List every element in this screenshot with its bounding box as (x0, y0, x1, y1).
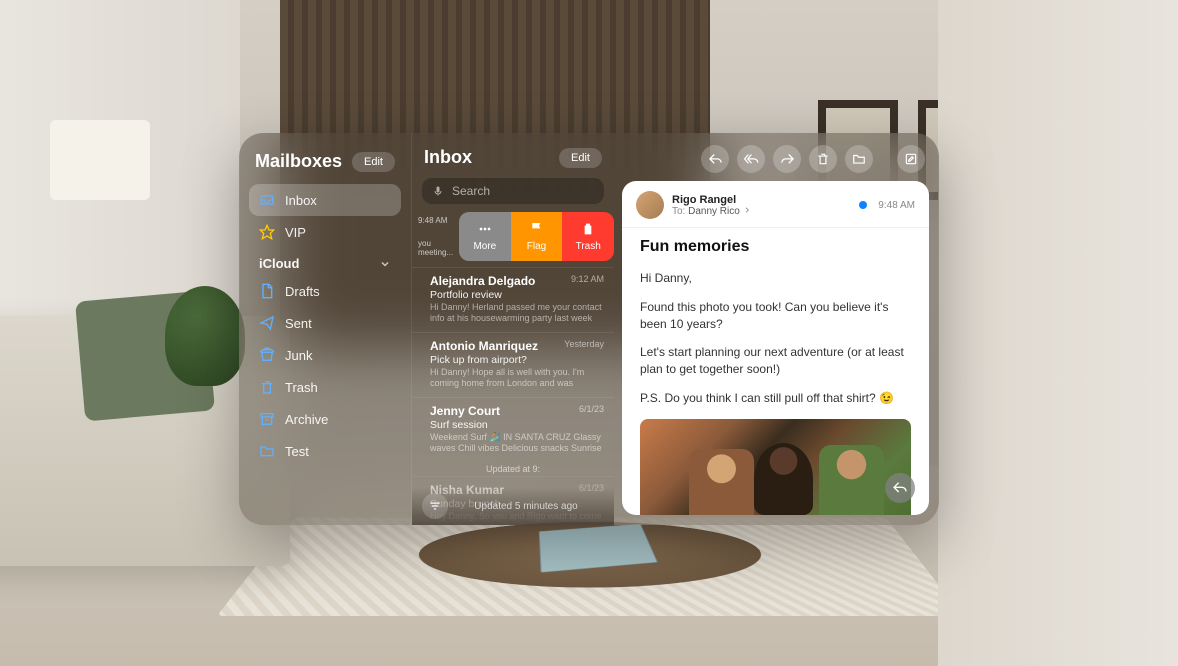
edit-list-button[interactable]: Edit (559, 148, 602, 168)
flag-icon (529, 221, 545, 237)
recipient-line[interactable]: To: Danny Rico (672, 206, 851, 217)
sidebar-item-inbox[interactable]: Inbox (249, 184, 401, 216)
reply-icon (708, 152, 723, 167)
search-placeholder: Search (452, 184, 490, 198)
message-header: Rigo Rangel To: Danny Rico 9:48 AM (622, 181, 929, 228)
mailbox-sidebar: Mailboxes Edit Inbox VIP iCloud Drafts S… (239, 133, 411, 525)
sidebar-label: Junk (285, 348, 312, 363)
document-icon (259, 283, 275, 299)
folder-icon (259, 443, 275, 459)
sidebar-label: Drafts (285, 284, 320, 299)
message-toolbar (614, 133, 939, 181)
sidebar-label: Archive (285, 412, 328, 427)
swipe-trash-button[interactable]: Trash (562, 212, 614, 261)
sidebar-label: VIP (285, 225, 306, 240)
swipe-more-button[interactable]: More (459, 212, 511, 261)
swiped-message-row: 9:48 AM you meeting... More Flag Trash (412, 212, 614, 261)
sidebar-item-drafts[interactable]: Drafts (249, 275, 401, 307)
quick-reply-button[interactable] (885, 473, 915, 503)
move-button[interactable] (845, 145, 873, 173)
inbox-icon (259, 192, 275, 208)
reply-button[interactable] (701, 145, 729, 173)
message-time: 9:48 AM (878, 200, 915, 211)
sidebar-item-junk[interactable]: Junk (249, 339, 401, 371)
forward-button[interactable] (773, 145, 801, 173)
unread-dot-icon (859, 201, 867, 209)
reply-icon (892, 480, 908, 496)
sidebar-item-vip[interactable]: VIP (249, 216, 401, 248)
archive-icon (259, 411, 275, 427)
sidebar-item-trash[interactable]: Trash (249, 371, 401, 403)
filter-icon (428, 499, 442, 513)
list-status: Updated 5 minutes ago (448, 501, 604, 512)
ellipsis-icon (477, 221, 493, 237)
sidebar-label: Test (285, 444, 309, 459)
forward-icon (780, 152, 795, 167)
inbox-title: Inbox (424, 147, 472, 168)
reply-all-button[interactable] (737, 145, 765, 173)
body-paragraph: Found this photo you took! Can you belie… (640, 299, 911, 333)
sidebar-section-icloud[interactable]: iCloud (249, 248, 401, 275)
trash-icon (580, 221, 596, 237)
chevron-down-icon (379, 258, 391, 270)
swiped-message-preview[interactable]: 9:48 AM you meeting... (412, 212, 459, 261)
body-paragraph: Let's start planning our next adventure … (640, 344, 911, 378)
sidebar-title: Mailboxes (255, 151, 342, 172)
trash-icon (816, 152, 830, 166)
lamp (50, 120, 150, 200)
message-list-item[interactable]: Antonio Manriquez Yesterday Pick up from… (412, 332, 614, 397)
filter-button[interactable] (422, 493, 448, 519)
mic-icon (432, 185, 444, 197)
sender-avatar[interactable] (636, 191, 664, 219)
search-input[interactable]: Search (422, 178, 604, 204)
updated-at-divider: Updated at 9: (412, 462, 614, 476)
compose-button[interactable] (897, 145, 925, 173)
sidebar-label: Trash (285, 380, 318, 395)
swipe-flag-button[interactable]: Flag (511, 212, 563, 261)
sidebar-item-sent[interactable]: Sent (249, 307, 401, 339)
paper-plane-icon (259, 315, 275, 331)
message-list-item[interactable]: Alejandra Delgado 9:12 AM Portfolio revi… (412, 267, 614, 332)
message-body[interactable]: Fun memories Hi Danny, Found this photo … (622, 228, 929, 515)
sidebar-label: Inbox (285, 193, 317, 208)
sidebar-item-archive[interactable]: Archive (249, 403, 401, 435)
star-icon (259, 224, 275, 240)
message-subject: Fun memories (640, 238, 911, 256)
reply-all-icon (744, 152, 759, 167)
message-card: Rigo Rangel To: Danny Rico 9:48 AM Fun m… (622, 181, 929, 515)
trash-icon (259, 379, 275, 395)
content-pane: Rigo Rangel To: Danny Rico 9:48 AM Fun m… (614, 133, 939, 525)
edit-mailboxes-button[interactable]: Edit (352, 152, 395, 172)
sidebar-label: Sent (285, 316, 312, 331)
message-list-item[interactable]: Jenny Court 6/1/23 Surf session Weekend … (412, 397, 614, 462)
delete-button[interactable] (809, 145, 837, 173)
chevron-right-icon (743, 206, 751, 214)
body-paragraph: P.S. Do you think I can still pull off t… (640, 390, 911, 407)
message-list-pane: Inbox Edit Search 9:48 AM you meeting...… (411, 133, 614, 525)
body-paragraph: Hi Danny, (640, 270, 911, 287)
folder-icon (852, 152, 866, 166)
attached-photo[interactable] (640, 419, 911, 515)
compose-icon (904, 152, 918, 166)
armchair (968, 326, 1178, 546)
list-footer: Updated 5 minutes ago (412, 487, 614, 525)
mail-window: Mailboxes Edit Inbox VIP iCloud Drafts S… (239, 133, 939, 525)
plant (165, 286, 245, 386)
sender-name: Rigo Rangel (672, 194, 851, 206)
chair-pillow (1018, 326, 1128, 426)
sidebar-item-test[interactable]: Test (249, 435, 401, 467)
junk-icon (259, 347, 275, 363)
